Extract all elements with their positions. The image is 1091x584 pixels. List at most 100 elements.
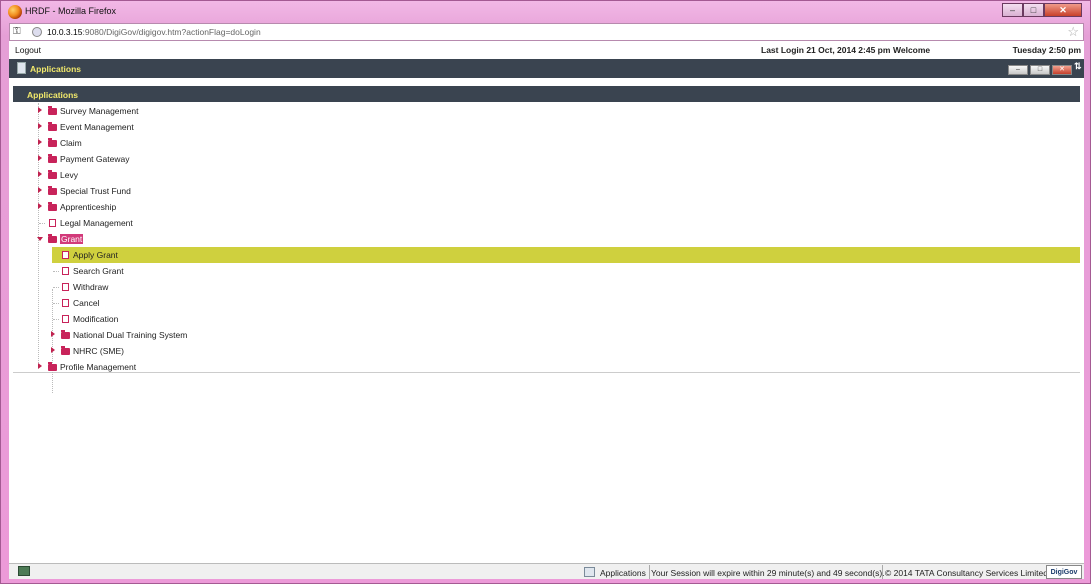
expand-arrow-icon[interactable] <box>38 139 42 145</box>
folder-icon <box>48 170 57 179</box>
status-bar: Applications Your Session will expire wi… <box>9 563 1084 579</box>
copyright-text: © 2014 TATA Consultancy Services Limited <box>885 568 1048 578</box>
desktop-icon[interactable] <box>18 566 30 576</box>
tree-connector <box>53 271 59 272</box>
tree-item-legal-management[interactable]: Legal Management <box>13 215 1080 231</box>
expand-arrow-icon[interactable] <box>38 123 42 129</box>
key-icon: ⚿ <box>13 26 21 37</box>
tree-connector <box>53 303 59 304</box>
tree-connector <box>39 223 45 224</box>
folder-icon <box>61 346 70 355</box>
expand-arrow-icon[interactable] <box>51 347 55 353</box>
applications-window-bar: Applications – □ ✕ ⇅ <box>9 59 1084 78</box>
tree-item-label: Survey Management <box>60 106 139 116</box>
tree-item-search-grant[interactable]: Search Grant <box>13 263 1080 279</box>
panel-restore-button[interactable]: □ <box>1030 65 1050 75</box>
panel-controls: – □ ✕ ⇅ <box>1008 61 1082 75</box>
url-path: :9080/DigiGov/digigov.htm?actionFlag=doL… <box>82 27 261 37</box>
session-expiry-text: Your Session will expire within 29 minut… <box>651 568 885 578</box>
window-controls: – □ ✕ <box>1002 3 1082 17</box>
tree-item-profile-management[interactable]: Profile Management <box>13 359 1080 375</box>
status-applications[interactable]: Applications <box>600 568 646 578</box>
tree-item-label: Profile Management <box>60 362 137 372</box>
status-divider <box>882 565 883 579</box>
sort-arrows-icon[interactable]: ⇅ <box>1074 61 1082 75</box>
address-bar[interactable]: ⚿ 10.0.3.15:9080/DigiGov/digigov.htm?act… <box>9 23 1084 41</box>
tree-item-event-management[interactable]: Event Management <box>13 119 1080 135</box>
folder-icon <box>61 330 70 339</box>
expand-arrow-icon[interactable] <box>38 363 42 369</box>
folder-icon <box>48 202 57 211</box>
url-text[interactable]: 10.0.3.15:9080/DigiGov/digigov.htm?actio… <box>47 27 261 37</box>
globe-icon <box>32 27 42 37</box>
tree-item-grant[interactable]: Grant <box>13 231 1080 247</box>
tree-item-payment-gateway[interactable]: Payment Gateway <box>13 151 1080 167</box>
tree-item-label: Grant <box>60 234 84 244</box>
logout-link[interactable]: Logout <box>15 45 41 55</box>
welcome-text: Welcome <box>893 45 931 55</box>
firefox-icon <box>8 5 22 19</box>
tree-item-label: Payment Gateway <box>60 154 130 164</box>
folder-open-icon <box>48 234 57 243</box>
expand-arrow-icon[interactable] <box>38 171 42 177</box>
applications-icon <box>584 567 595 577</box>
applications-section-title: Applications <box>27 90 79 100</box>
tree-item-label: Modification <box>73 314 119 324</box>
datetime-text: Tuesday 2:50 pm <box>1012 45 1081 55</box>
document-icon <box>62 267 69 275</box>
tree-item-label: Apprenticeship <box>60 202 117 212</box>
bookmark-star-icon[interactable]: ☆ <box>1067 25 1079 39</box>
tree-item-label: Special Trust Fund <box>60 186 131 196</box>
tree-item-withdraw[interactable]: Withdraw <box>13 279 1080 295</box>
tree-item-apply-grant[interactable]: Apply Grant <box>52 247 1080 263</box>
applications-tree: Survey Management Event Management Claim… <box>13 103 1080 393</box>
tree-connector <box>53 287 59 288</box>
tree-item-levy[interactable]: Levy <box>13 167 1080 183</box>
tree-item-claim[interactable]: Claim <box>13 135 1080 151</box>
folder-icon <box>48 122 57 131</box>
page-content: Logout Last Login 21 Oct, 2014 2:45 pm W… <box>9 41 1084 579</box>
tree-connector <box>53 319 59 320</box>
tree-item-modification[interactable]: Modification <box>13 311 1080 327</box>
tree-item-cancel[interactable]: Cancel <box>13 295 1080 311</box>
tree-item-label: Event Management <box>60 122 134 132</box>
applications-section-header: Applications <box>13 86 1080 102</box>
tree-item-national-dual-training-system[interactable]: National Dual Training System <box>13 327 1080 343</box>
tree-item-nhrc-sme[interactable]: NHRC (SME) <box>13 343 1080 359</box>
url-host: 10.0.3.15 <box>47 27 83 37</box>
tree-item-label: NHRC (SME) <box>73 346 124 356</box>
folder-icon <box>48 106 57 115</box>
panel-close-button[interactable]: ✕ <box>1052 65 1072 75</box>
collapse-arrow-icon[interactable] <box>37 237 43 241</box>
folder-icon <box>48 138 57 147</box>
tree-item-label: Legal Management <box>60 218 133 228</box>
panel-minimize-button[interactable]: – <box>1008 65 1028 75</box>
document-icon <box>62 251 69 259</box>
expand-arrow-icon[interactable] <box>38 107 42 113</box>
applications-window-title: Applications <box>30 64 82 74</box>
folder-icon <box>48 154 57 163</box>
expand-arrow-icon[interactable] <box>38 203 42 209</box>
tree-item-apprenticeship[interactable]: Apprenticeship <box>13 199 1080 215</box>
last-login-text: Last Login 21 Oct, 2014 2:45 pm <box>761 45 891 55</box>
tree-item-special-trust-fund[interactable]: Special Trust Fund <box>13 183 1080 199</box>
tree-item-label: Claim <box>60 138 82 148</box>
maximize-button[interactable]: □ <box>1023 3 1044 17</box>
browser-window: HRDF - Mozilla Firefox – □ ✕ ⚿ 10.0.3.15… <box>0 0 1091 584</box>
digigov-logo: DigiGov <box>1046 565 1082 579</box>
tree-item-label: Search Grant <box>73 266 124 276</box>
folder-icon <box>48 186 57 195</box>
minimize-button[interactable]: – <box>1002 3 1023 17</box>
title-bar: HRDF - Mozilla Firefox – □ ✕ <box>1 1 1090 23</box>
expand-arrow-icon[interactable] <box>51 331 55 337</box>
tree-item-label: Withdraw <box>73 282 109 292</box>
document-icon <box>49 219 56 227</box>
expand-arrow-icon[interactable] <box>38 155 42 161</box>
close-button[interactable]: ✕ <box>1044 3 1082 17</box>
status-divider <box>649 565 650 579</box>
tree-item-label: Cancel <box>73 298 100 308</box>
top-info-bar: Logout Last Login 21 Oct, 2014 2:45 pm W… <box>9 41 1084 58</box>
expand-arrow-icon[interactable] <box>38 187 42 193</box>
document-icon <box>62 315 69 323</box>
tree-item-survey-management[interactable]: Survey Management <box>13 103 1080 119</box>
